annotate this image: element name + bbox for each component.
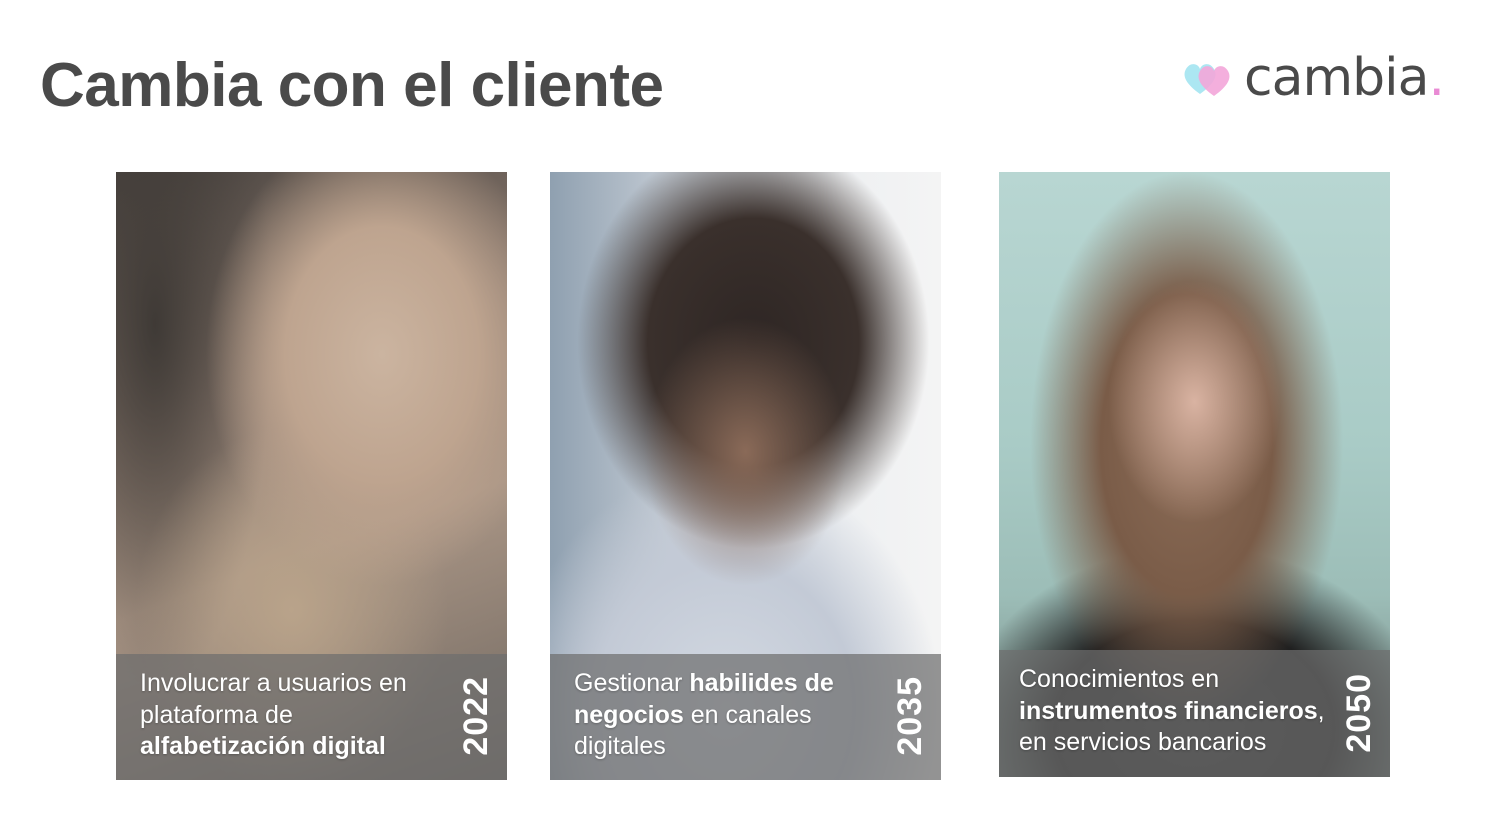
client-card-2022: Involucrar a usuarios en plataforma de a…: [116, 172, 507, 780]
brand-logo: cambia.: [1180, 48, 1445, 108]
page-title: Cambia con el cliente: [40, 51, 664, 120]
year-label: 2035: [891, 676, 929, 756]
client-card-2035: Gestionar habilides de negocios en canal…: [550, 172, 941, 780]
year-label: 2050: [1340, 673, 1378, 753]
card-caption: Conocimientos en instrumentos financiero…: [999, 650, 1390, 777]
card-caption: Gestionar habilides de negocios en canal…: [550, 654, 941, 780]
caption-text: Conocimientos en instrumentos financiero…: [1019, 665, 1325, 756]
client-card-2050: Conocimientos en instrumentos financiero…: [999, 172, 1390, 777]
heart-icon: [1184, 64, 1230, 96]
card-caption: Involucrar a usuarios en plataforma de a…: [116, 654, 507, 780]
logo-wordmark: cambia.: [1244, 48, 1445, 108]
caption-text: Gestionar habilides de negocios en canal…: [574, 669, 834, 760]
year-label: 2022: [457, 676, 495, 756]
caption-text: Involucrar a usuarios en plataforma de a…: [140, 669, 407, 760]
